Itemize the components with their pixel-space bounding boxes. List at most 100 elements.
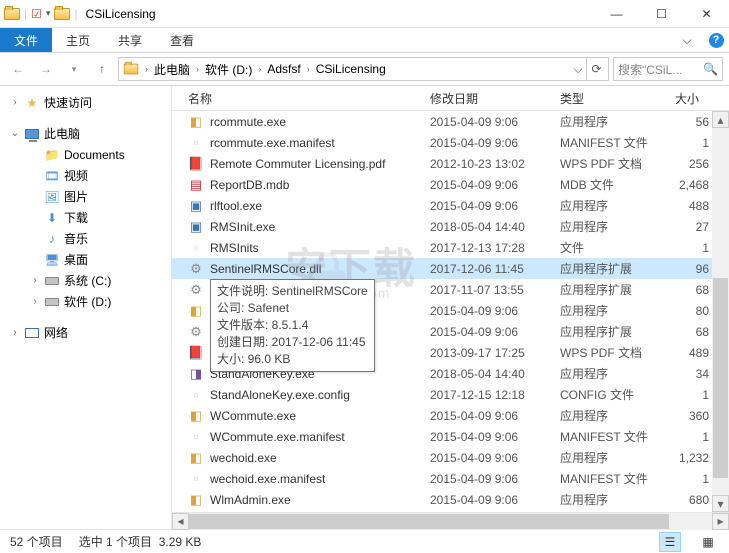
pc-icon — [124, 64, 138, 75]
sidebar-network[interactable]: › 网络 — [0, 322, 171, 343]
sidebar-item-label: 桌面 — [64, 251, 88, 268]
table-row[interactable]: ▣rlftool.exe2015-04-09 9:06应用程序488 — [172, 195, 729, 216]
sidebar-item-label: 视频 — [64, 167, 88, 184]
scroll-thumb[interactable] — [713, 278, 728, 478]
chevron-right-icon[interactable]: › — [10, 327, 20, 338]
tooltip-size: 大小: 96.0 KB — [217, 351, 368, 368]
sidebar-item[interactable]: 🖼图片 — [0, 186, 171, 207]
folder-icon: 🎞 — [44, 168, 60, 184]
folder-icon: 🖼 — [44, 189, 60, 205]
table-row[interactable]: ▫WCommute.exe.manifest2015-04-09 9:06MAN… — [172, 426, 729, 447]
tab-file[interactable]: 文件 — [0, 28, 52, 52]
sidebar-item[interactable]: ⬇下载 — [0, 207, 171, 228]
sidebar-this-pc[interactable]: ⌄ 此电脑 — [0, 123, 171, 144]
view-icons-button[interactable]: ▦ — [697, 532, 719, 552]
table-row[interactable]: ▫rcommute.exe.manifest2015-04-09 9:06MAN… — [172, 132, 729, 153]
file-date: 2015-04-09 9:06 — [430, 199, 560, 213]
folder-icon: ⬇ — [44, 210, 60, 226]
scroll-down-button[interactable]: ▾ — [712, 495, 729, 512]
file-type-icon: ▫ — [188, 429, 204, 445]
column-name[interactable]: 名称 — [172, 90, 430, 107]
file-type-icon: 📕 — [188, 345, 204, 361]
qat-check-icon[interactable]: ☑ — [31, 7, 42, 21]
sidebar-item[interactable]: 🎞视频 — [0, 165, 171, 186]
sidebar-item[interactable]: 🖥桌面 — [0, 249, 171, 270]
chevron-right-icon[interactable]: › — [10, 97, 20, 108]
sidebar-item[interactable]: ♪音乐 — [0, 228, 171, 249]
chevron-right-icon[interactable]: › — [303, 64, 314, 74]
file-type-icon: ▣ — [188, 219, 204, 235]
file-type-icon: ▤ — [188, 177, 204, 193]
chevron-right-icon[interactable]: › — [254, 64, 265, 74]
file-date: 2015-04-09 9:06 — [430, 430, 560, 444]
breadcrumb-folder2[interactable]: CSiLicensing — [314, 62, 388, 76]
navigation-pane: › ★ 快速访问 ⌄ 此电脑 📁Documents🎞视频🖼图片⬇下载♪音乐🖥桌面… — [0, 86, 172, 529]
breadcrumb-folder1[interactable]: Adsfsf — [265, 62, 302, 76]
qat-dropdown-icon[interactable]: ▾ — [46, 8, 51, 19]
ribbon-expand-button[interactable]: ⌵ — [671, 28, 703, 52]
column-date[interactable]: 修改日期 — [430, 90, 560, 107]
file-name: rcommute.exe — [210, 115, 286, 129]
table-row[interactable]: ▣RMSInit.exe2018-05-04 14:40应用程序27 — [172, 216, 729, 237]
tab-view[interactable]: 查看 — [156, 28, 208, 52]
close-button[interactable]: ✕ — [684, 0, 729, 28]
sidebar-item[interactable]: 📁Documents — [0, 144, 171, 165]
sidebar-quick-access[interactable]: › ★ 快速访问 — [0, 92, 171, 113]
sidebar-item[interactable]: › 系统 (C:) — [0, 270, 171, 291]
scroll-up-button[interactable]: ▴ — [712, 111, 729, 128]
column-type[interactable]: 类型 — [560, 90, 675, 107]
scroll-left-button[interactable]: ◂ — [172, 513, 189, 530]
column-size[interactable]: 大小 — [675, 90, 729, 107]
breadcrumb-pc[interactable]: 此电脑 — [152, 61, 192, 78]
file-type: MANIFEST 文件 — [560, 134, 675, 151]
tooltip-description: 文件说明: SentinelRMSCore — [217, 283, 368, 300]
horizontal-scrollbar[interactable]: ◂ ▸ — [172, 512, 729, 529]
table-row[interactable]: ▫wechoid.exe.manifest2015-04-09 9:06MANI… — [172, 468, 729, 489]
file-type: WPS PDF 文档 — [560, 344, 675, 361]
sidebar-item[interactable]: ›软件 (D:) — [0, 291, 171, 312]
file-type-icon: ◨ — [188, 366, 204, 382]
sidebar-item-label: 系统 (C:) — [64, 272, 111, 289]
file-type: MANIFEST 文件 — [560, 428, 675, 445]
address-dropdown-icon[interactable]: ⌵ — [570, 62, 586, 77]
scroll-right-button[interactable]: ▸ — [712, 513, 729, 530]
nav-forward-button[interactable]: → — [34, 57, 58, 81]
chevron-down-icon[interactable]: ⌄ — [10, 128, 20, 139]
file-type: 应用程序扩展 — [560, 260, 675, 277]
tab-share[interactable]: 共享 — [104, 28, 156, 52]
breadcrumb-drive[interactable]: 软件 (D:) — [203, 61, 254, 78]
table-row[interactable]: ⚙SentinelRMSCore.dll2017-12-06 11:45应用程序… — [172, 258, 729, 279]
table-row[interactable]: 📕Remote Commuter Licensing.pdf2012-10-23… — [172, 153, 729, 174]
nav-recent-dropdown[interactable]: ▾ — [62, 57, 86, 81]
chevron-right-icon[interactable]: › — [192, 64, 203, 74]
tab-home[interactable]: 主页 — [52, 28, 104, 52]
file-type: 应用程序扩展 — [560, 281, 675, 298]
address-bar[interactable]: › 此电脑 › 软件 (D:) › Adsfsf › CSiLicensing … — [118, 57, 609, 81]
file-name: RMSInit.exe — [210, 220, 275, 234]
table-row[interactable]: ▫RMSInits2017-12-13 17:28文件1 — [172, 237, 729, 258]
maximize-button[interactable]: ☐ — [639, 0, 684, 28]
refresh-button[interactable]: ⟳ — [586, 58, 606, 80]
view-details-button[interactable]: ☰ — [659, 532, 681, 552]
table-row[interactable]: ◧wechoid.exe2015-04-09 9:06应用程序1,232 — [172, 447, 729, 468]
table-row[interactable]: ▤ReportDB.mdb2015-04-09 9:06MDB 文件2,468 — [172, 174, 729, 195]
table-row[interactable]: ▫StandAloneKey.exe.config2017-12-15 12:1… — [172, 384, 729, 405]
file-name: WCommute.exe — [210, 409, 296, 423]
minimize-button[interactable]: — — [594, 0, 639, 28]
nav-back-button[interactable]: ← — [6, 57, 30, 81]
vertical-scrollbar[interactable]: ▴ ▾ — [712, 111, 729, 512]
chevron-right-icon[interactable]: › — [141, 64, 152, 74]
scroll-thumb[interactable] — [189, 514, 669, 529]
help-button[interactable]: ? — [703, 28, 729, 52]
file-type-icon: ⚙ — [188, 282, 204, 298]
table-row[interactable]: ◧WCommute.exe2015-04-09 9:06应用程序360 — [172, 405, 729, 426]
file-type: 应用程序 — [560, 491, 675, 508]
table-row[interactable]: ◧WlmAdmin.exe2015-04-09 9:06应用程序680 — [172, 489, 729, 510]
tree-caret[interactable]: › — [30, 296, 40, 307]
nav-up-button[interactable]: ↑ — [90, 57, 114, 81]
table-row[interactable]: ◧rcommute.exe2015-04-09 9:06应用程序56 — [172, 111, 729, 132]
folder-icon: ♪ — [44, 231, 60, 247]
search-input[interactable]: 搜索"CSiL... 🔍 — [613, 57, 723, 81]
tree-caret[interactable]: › — [30, 275, 40, 286]
file-type-icon: ▫ — [188, 135, 204, 151]
